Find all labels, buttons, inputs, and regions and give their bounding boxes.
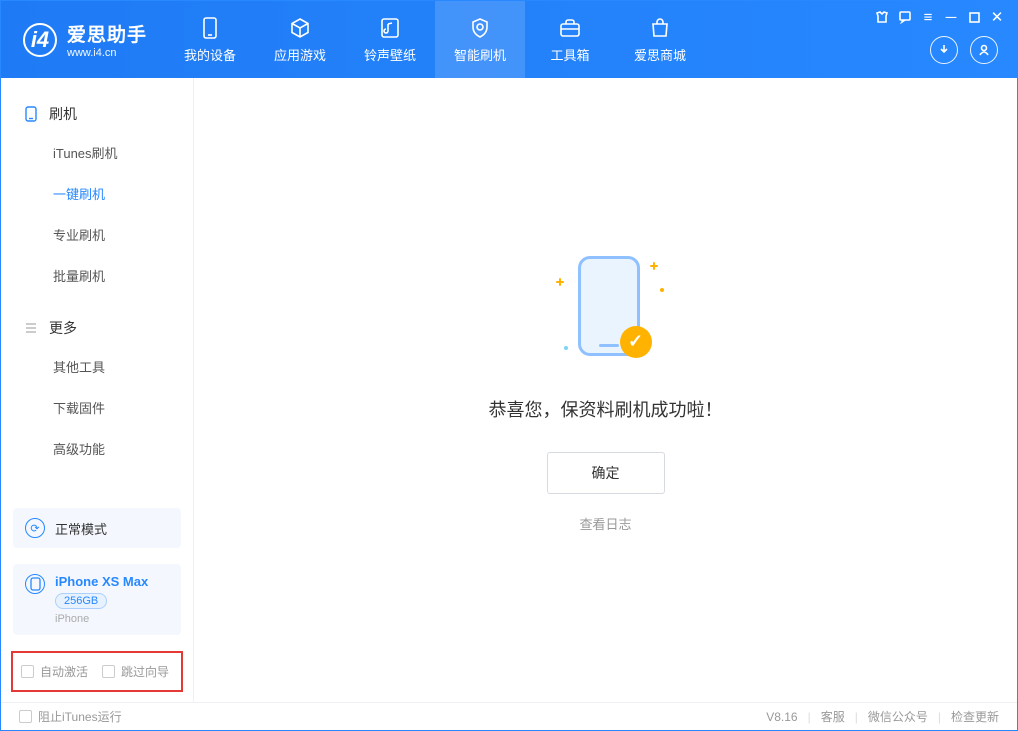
group-title: 更多 — [49, 318, 77, 338]
status-bar: 阻止iTunes运行 V8.16 | 客服 | 微信公众号 | 检查更新 — [1, 702, 1017, 730]
sparkle-icon — [556, 278, 564, 286]
checkbox-skip-guide[interactable]: 跳过向导 — [102, 663, 169, 680]
dot-icon — [564, 346, 568, 350]
nav-ringtones[interactable]: 铃声壁纸 — [345, 1, 435, 78]
download-button[interactable] — [930, 36, 958, 64]
footer-link-wechat[interactable]: 微信公众号 — [868, 708, 928, 725]
mode-card[interactable]: ⟳ 正常模式 — [13, 508, 181, 548]
sidebar-item-other-tools[interactable]: 其他工具 — [1, 346, 193, 387]
success-illustration: ✓ — [546, 248, 666, 368]
checkbox-label: 自动激活 — [40, 663, 88, 680]
maximize-icon[interactable] — [964, 7, 984, 27]
header-circle-buttons — [930, 36, 998, 64]
device-icon — [23, 106, 39, 122]
checkbox-label: 跳过向导 — [121, 663, 169, 680]
sidebar-item-itunes-flash[interactable]: iTunes刷机 — [1, 132, 193, 173]
sidebar-item-oneclick-flash[interactable]: 一键刷机 — [1, 173, 193, 214]
app-name-en: www.i4.cn — [67, 47, 147, 59]
app-body: 刷机 iTunes刷机 一键刷机 专业刷机 批量刷机 更多 其他工具 下载固件 … — [1, 78, 1017, 702]
checkbox-auto-activate[interactable]: 自动激活 — [21, 663, 88, 680]
nav-label: 工具箱 — [551, 45, 590, 64]
footer-link-support[interactable]: 客服 — [821, 708, 845, 725]
device-card[interactable]: iPhone XS Max 256GB iPhone — [13, 564, 181, 635]
logo-text: 爱思助手 www.i4.cn — [67, 20, 147, 59]
music-icon — [378, 16, 402, 40]
checkbox-label: 阻止iTunes运行 — [38, 708, 122, 725]
mode-icon: ⟳ — [25, 518, 45, 538]
device-icon — [25, 574, 45, 594]
device-type: iPhone — [55, 613, 148, 625]
list-icon — [23, 320, 39, 336]
phone-icon — [198, 16, 222, 40]
nav-toolbox[interactable]: 工具箱 — [525, 1, 615, 78]
sidebar-group-flash: 刷机 — [1, 96, 193, 132]
check-badge-icon: ✓ — [620, 326, 652, 358]
shirt-icon[interactable] — [872, 7, 892, 27]
bag-icon — [648, 16, 672, 40]
nav-apps-games[interactable]: 应用游戏 — [255, 1, 345, 78]
checkbox-icon — [19, 710, 32, 723]
bottom-options-highlight: 自动激活 跳过向导 — [11, 651, 183, 692]
nav-label: 我的设备 — [184, 45, 236, 64]
view-log-link[interactable]: 查看日志 — [579, 514, 631, 533]
device-capacity: 256GB — [55, 593, 107, 609]
ok-button[interactable]: 确定 — [547, 452, 665, 494]
nav-label: 铃声壁纸 — [364, 45, 416, 64]
footer-right: V8.16 | 客服 | 微信公众号 | 检查更新 — [766, 708, 999, 725]
nav-label: 智能刷机 — [454, 45, 506, 64]
toolbox-icon — [558, 16, 582, 40]
sidebar-item-advanced[interactable]: 高级功能 — [1, 428, 193, 469]
minimize-icon[interactable]: ─ — [941, 7, 961, 27]
mode-label: 正常模式 — [55, 519, 107, 538]
logo-icon: i4 — [23, 23, 57, 57]
nav-label: 爱思商城 — [634, 45, 686, 64]
footer-link-update[interactable]: 检查更新 — [951, 708, 999, 725]
success-message: 恭喜您，保资料刷机成功啦！ — [489, 396, 723, 422]
checkbox-block-itunes[interactable]: 阻止iTunes运行 — [19, 708, 122, 725]
sidebar-item-pro-flash[interactable]: 专业刷机 — [1, 214, 193, 255]
logo: i4 爱思助手 www.i4.cn — [1, 1, 165, 78]
dot-icon — [660, 288, 664, 292]
user-button[interactable] — [970, 36, 998, 64]
app-header: i4 爱思助手 www.i4.cn 我的设备 应用游戏 铃声壁纸 智能刷机 工具… — [1, 1, 1017, 78]
feedback-icon[interactable] — [895, 7, 915, 27]
main-content: ✓ 恭喜您，保资料刷机成功啦！ 确定 查看日志 — [194, 78, 1017, 702]
device-info: iPhone XS Max 256GB iPhone — [55, 574, 148, 625]
checkbox-icon — [102, 665, 115, 678]
sidebar-item-download-firmware[interactable]: 下载固件 — [1, 387, 193, 428]
nav-label: 应用游戏 — [274, 45, 326, 64]
sparkle-icon — [650, 262, 658, 270]
nav-my-device[interactable]: 我的设备 — [165, 1, 255, 78]
sidebar-item-batch-flash[interactable]: 批量刷机 — [1, 255, 193, 296]
version-label: V8.16 — [766, 710, 797, 724]
sidebar: 刷机 iTunes刷机 一键刷机 专业刷机 批量刷机 更多 其他工具 下载固件 … — [1, 78, 194, 702]
checkbox-icon — [21, 665, 34, 678]
nav-smart-flash[interactable]: 智能刷机 — [435, 1, 525, 78]
group-title: 刷机 — [49, 104, 77, 124]
nav-store[interactable]: 爱思商城 — [615, 1, 705, 78]
close-icon[interactable]: ✕ — [987, 7, 1007, 27]
cube-icon — [288, 16, 312, 40]
shield-icon — [468, 16, 492, 40]
device-name: iPhone XS Max — [55, 574, 148, 589]
app-name-cn: 爱思助手 — [67, 20, 147, 47]
sidebar-group-more: 更多 — [1, 310, 193, 346]
menu-icon[interactable]: ≡ — [918, 7, 938, 27]
top-nav: 我的设备 应用游戏 铃声壁纸 智能刷机 工具箱 爱思商城 — [165, 1, 705, 78]
